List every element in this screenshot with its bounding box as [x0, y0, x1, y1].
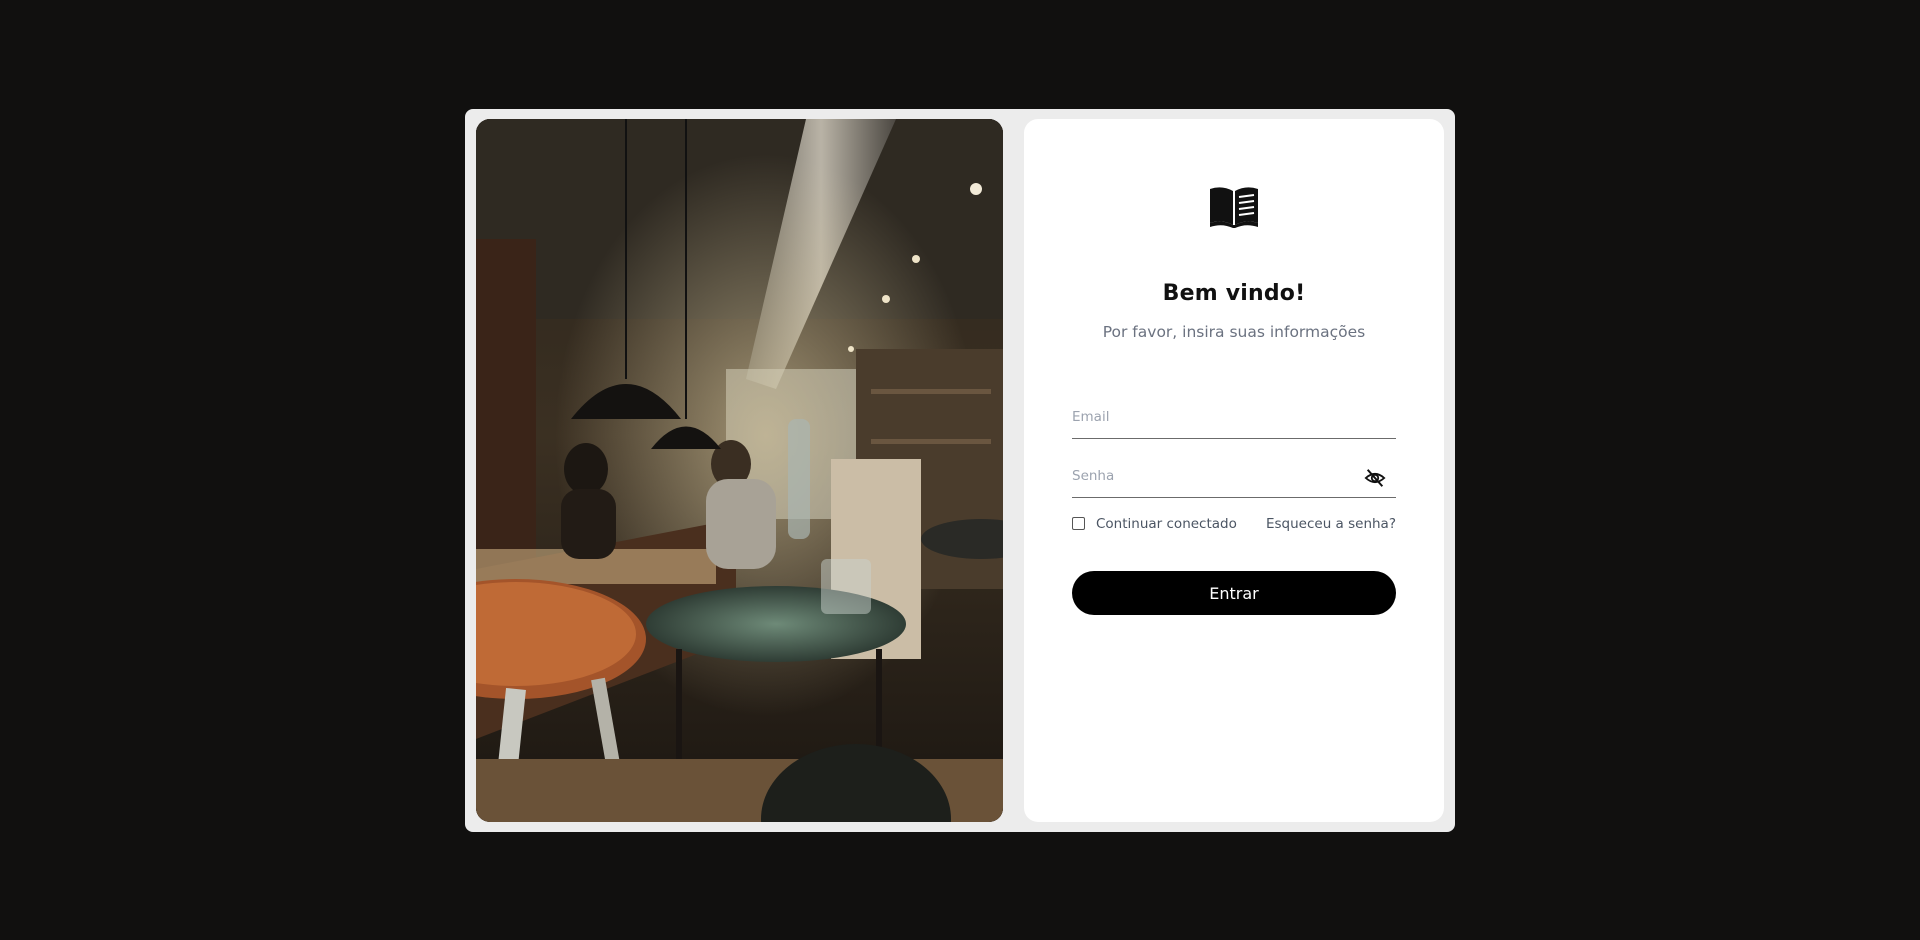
- submit-button[interactable]: Entrar: [1072, 571, 1396, 615]
- welcome-subtitle: Por favor, insira suas informações: [1102, 323, 1366, 341]
- email-input[interactable]: [1072, 405, 1352, 429]
- cafe-photo: [476, 119, 1003, 822]
- login-panel: Bem vindo! Por favor, insira suas inform…: [1024, 119, 1444, 822]
- remember-label: Continuar conectado: [1096, 516, 1237, 532]
- password-input[interactable]: [1072, 464, 1352, 488]
- email-field-wrapper: [1072, 401, 1396, 439]
- login-card: Bem vindo! Por favor, insira suas inform…: [465, 109, 1455, 832]
- eye-slash-icon[interactable]: [1364, 467, 1386, 489]
- open-book-icon: [1210, 187, 1258, 228]
- remember-row: Continuar conectado Esqueceu a senha?: [1072, 515, 1396, 535]
- welcome-title: Bem vindo!: [1162, 281, 1306, 306]
- remember-checkbox[interactable]: [1072, 517, 1085, 530]
- forgot-password-link[interactable]: Esqueceu a senha?: [1266, 516, 1396, 532]
- password-field-wrapper: [1072, 460, 1396, 498]
